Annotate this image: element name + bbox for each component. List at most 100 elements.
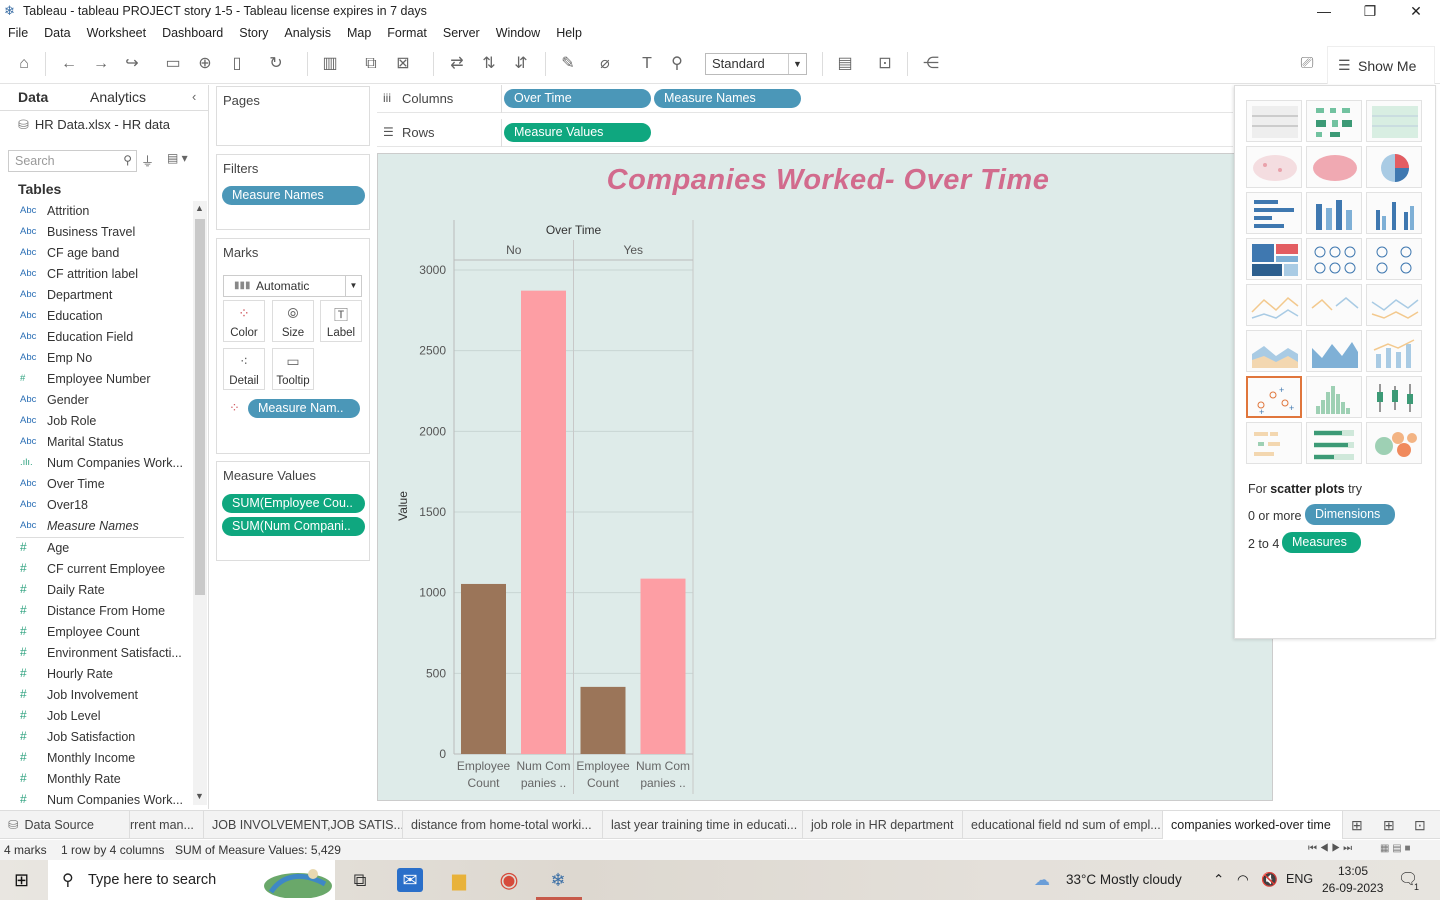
field-item[interactable]: # Age [0, 538, 192, 559]
field-item[interactable]: Abc Business Travel [0, 222, 192, 243]
chart-type-dual-lines-icon[interactable] [1366, 284, 1422, 326]
format-painter-icon[interactable]: ⎚ [1296, 54, 1318, 74]
group-members-icon[interactable]: ⌀ [594, 54, 616, 74]
menu-worksheet[interactable]: Worksheet [79, 23, 155, 43]
chart-type-filled-map-icon[interactable] [1306, 146, 1362, 188]
file-explorer-icon[interactable]: ▆ [446, 868, 472, 892]
minimize-button[interactable]: — [1301, 0, 1347, 22]
scroll-up-icon[interactable]: ▲ [195, 203, 204, 213]
field-search-input[interactable]: Search ⚲ [8, 150, 137, 172]
close-button[interactable]: ✕ [1393, 0, 1439, 22]
chart-type-side-by-side-circles-icon[interactable] [1366, 238, 1422, 280]
clear-sheet-icon[interactable]: ⊠ [392, 54, 414, 74]
field-item[interactable]: # Distance From Home [0, 601, 192, 622]
field-item[interactable]: # Environment Satisfacti... [0, 643, 192, 664]
chart-type-area-discrete-icon[interactable] [1306, 330, 1362, 372]
sort-ascending-icon[interactable]: ⇅ [478, 54, 500, 74]
rows-pill-measure-values[interactable]: Measure Values [504, 123, 651, 142]
menu-window[interactable]: Window [488, 23, 548, 43]
field-item[interactable]: Abc Measure Names [0, 516, 192, 537]
chart-type-horizontal-bars-icon[interactable] [1246, 192, 1302, 234]
scrollbar-thumb[interactable] [195, 219, 205, 595]
restore-button[interactable]: ❐ [1347, 0, 1393, 22]
home-icon[interactable]: ⌂ [13, 54, 35, 74]
chart-type-box-whisker-icon[interactable] [1366, 376, 1422, 418]
network-icon[interactable]: ◠ [1237, 872, 1249, 888]
field-item[interactable]: # Employee Count [0, 622, 192, 643]
menu-map[interactable]: Map [339, 23, 379, 43]
menu-server[interactable]: Server [435, 23, 488, 43]
chart-type-gantt-chart-icon[interactable] [1246, 422, 1302, 464]
chart-type-bullet-graph-icon[interactable] [1306, 422, 1362, 464]
clock-date[interactable]: 26-09-2023 [1322, 881, 1383, 895]
field-item[interactable]: # Hourly Rate [0, 664, 192, 685]
show-mark-labels-icon[interactable]: T [636, 54, 658, 74]
sheet-tab[interactable]: JOB INVOLVEMENT,JOB SATIS... [204, 811, 403, 839]
label-button[interactable]: 🅃 Label [320, 300, 362, 342]
chart-type-scatter-plot-icon[interactable]: + + + [1246, 376, 1302, 418]
menu-analysis[interactable]: Analysis [276, 23, 339, 43]
field-item[interactable]: Abc Over Time [0, 474, 192, 495]
field-item[interactable]: # Monthly Rate [0, 769, 192, 790]
clock-time[interactable]: 13:05 [1338, 864, 1368, 878]
tooltip-button[interactable]: ▭ Tooltip [272, 348, 314, 390]
duplicate-sheet-icon[interactable]: ⧉ [360, 54, 382, 74]
chart-type-packed-bubbles-icon[interactable] [1366, 422, 1422, 464]
chart-type-lines-continuous-icon[interactable] [1246, 284, 1302, 326]
marks-pill-measure-names[interactable]: Measure Nam.. [248, 399, 360, 418]
color-button[interactable]: ⁘ Color [223, 300, 265, 342]
menu-dashboard[interactable]: Dashboard [154, 23, 231, 43]
new-worksheet-icon[interactable]: ▥ [319, 54, 341, 74]
menu-format[interactable]: Format [379, 23, 435, 43]
field-item[interactable]: # Job Level [0, 706, 192, 727]
field-item[interactable]: Abc Gender [0, 390, 192, 411]
data-source-item[interactable]: ⛁ HR Data.xlsx - HR data [18, 117, 170, 133]
filter-pill-measure-names[interactable]: Measure Names [222, 186, 365, 205]
field-item[interactable]: Abc Emp No [0, 348, 192, 369]
new-story-icon[interactable]: ⊡ [1414, 817, 1426, 834]
measure-pill-num-companies[interactable]: SUM(Num Compani.. [222, 517, 365, 536]
new-dashboard-icon[interactable]: ⊞ [1383, 817, 1395, 834]
new-worksheet-icon[interactable]: ⊞ [1351, 817, 1363, 834]
sheet-tab[interactable]: distance from home-total worki... [403, 811, 603, 839]
field-item[interactable]: # Job Satisfaction [0, 727, 192, 748]
chrome-icon[interactable]: ◉ [496, 868, 522, 892]
fix-axes-icon[interactable]: ⚲ [666, 54, 688, 74]
chart-type-highlight-table-icon[interactable] [1366, 100, 1422, 142]
menu-story[interactable]: Story [231, 23, 276, 43]
tab-data-source[interactable]: ⛁ Data Source [0, 811, 130, 839]
chart-type-area-continuous-icon[interactable] [1246, 330, 1302, 372]
sheet-tab-active[interactable]: companies worked-over time [1163, 811, 1343, 839]
show-hidden-icons-icon[interactable]: ⌃ [1213, 872, 1224, 888]
tab-data[interactable]: Data [18, 89, 48, 105]
replay-icon[interactable]: ↪ [121, 54, 143, 74]
scroll-down-icon[interactable]: ▼ [195, 791, 204, 801]
undo-icon[interactable]: ← [58, 54, 80, 74]
chart-type-treemap-icon[interactable] [1246, 238, 1302, 280]
sheet-tab[interactable]: job role in HR department [803, 811, 963, 839]
chart-type-stacked-bars-icon[interactable] [1306, 192, 1362, 234]
view-mode-icons[interactable]: ▦ ▤ ■ [1380, 843, 1411, 854]
fit-select[interactable]: Standard ▼ [705, 53, 807, 75]
columns-pill-measure-names[interactable]: Measure Names [654, 89, 801, 108]
pause-updates-icon[interactable]: ▯ [226, 54, 248, 74]
chart-type-side-by-side-bars-icon[interactable] [1366, 192, 1422, 234]
presentation-mode-icon[interactable]: ⊡ [874, 54, 896, 74]
chart-type-histogram-icon[interactable] [1306, 376, 1362, 418]
mark-type-select[interactable]: ▮▮▮ Automatic ▼ [223, 275, 362, 297]
collapse-pane-icon[interactable]: ‹ [192, 89, 196, 104]
menu-data[interactable]: Data [36, 23, 78, 43]
field-item[interactable]: Abc CF age band [0, 243, 192, 264]
field-item[interactable]: .ılı. Num Companies Work... [0, 453, 192, 474]
menu-file[interactable]: File [0, 23, 36, 43]
field-item[interactable]: Abc Over18 [0, 495, 192, 516]
field-item[interactable]: Abc Job Role [0, 411, 192, 432]
save-icon[interactable]: ▭ [162, 54, 184, 74]
show-cards-icon[interactable]: ▤ [834, 54, 856, 74]
chart-type-dual-combination-icon[interactable] [1366, 330, 1422, 372]
field-item[interactable]: # Employee Number [0, 369, 192, 390]
field-item[interactable]: # CF current Employee [0, 559, 192, 580]
field-item[interactable]: Abc Marital Status [0, 432, 192, 453]
sheet-tab[interactable]: rrent man... [130, 811, 204, 839]
columns-pill-over-time[interactable]: Over Time [504, 89, 651, 108]
